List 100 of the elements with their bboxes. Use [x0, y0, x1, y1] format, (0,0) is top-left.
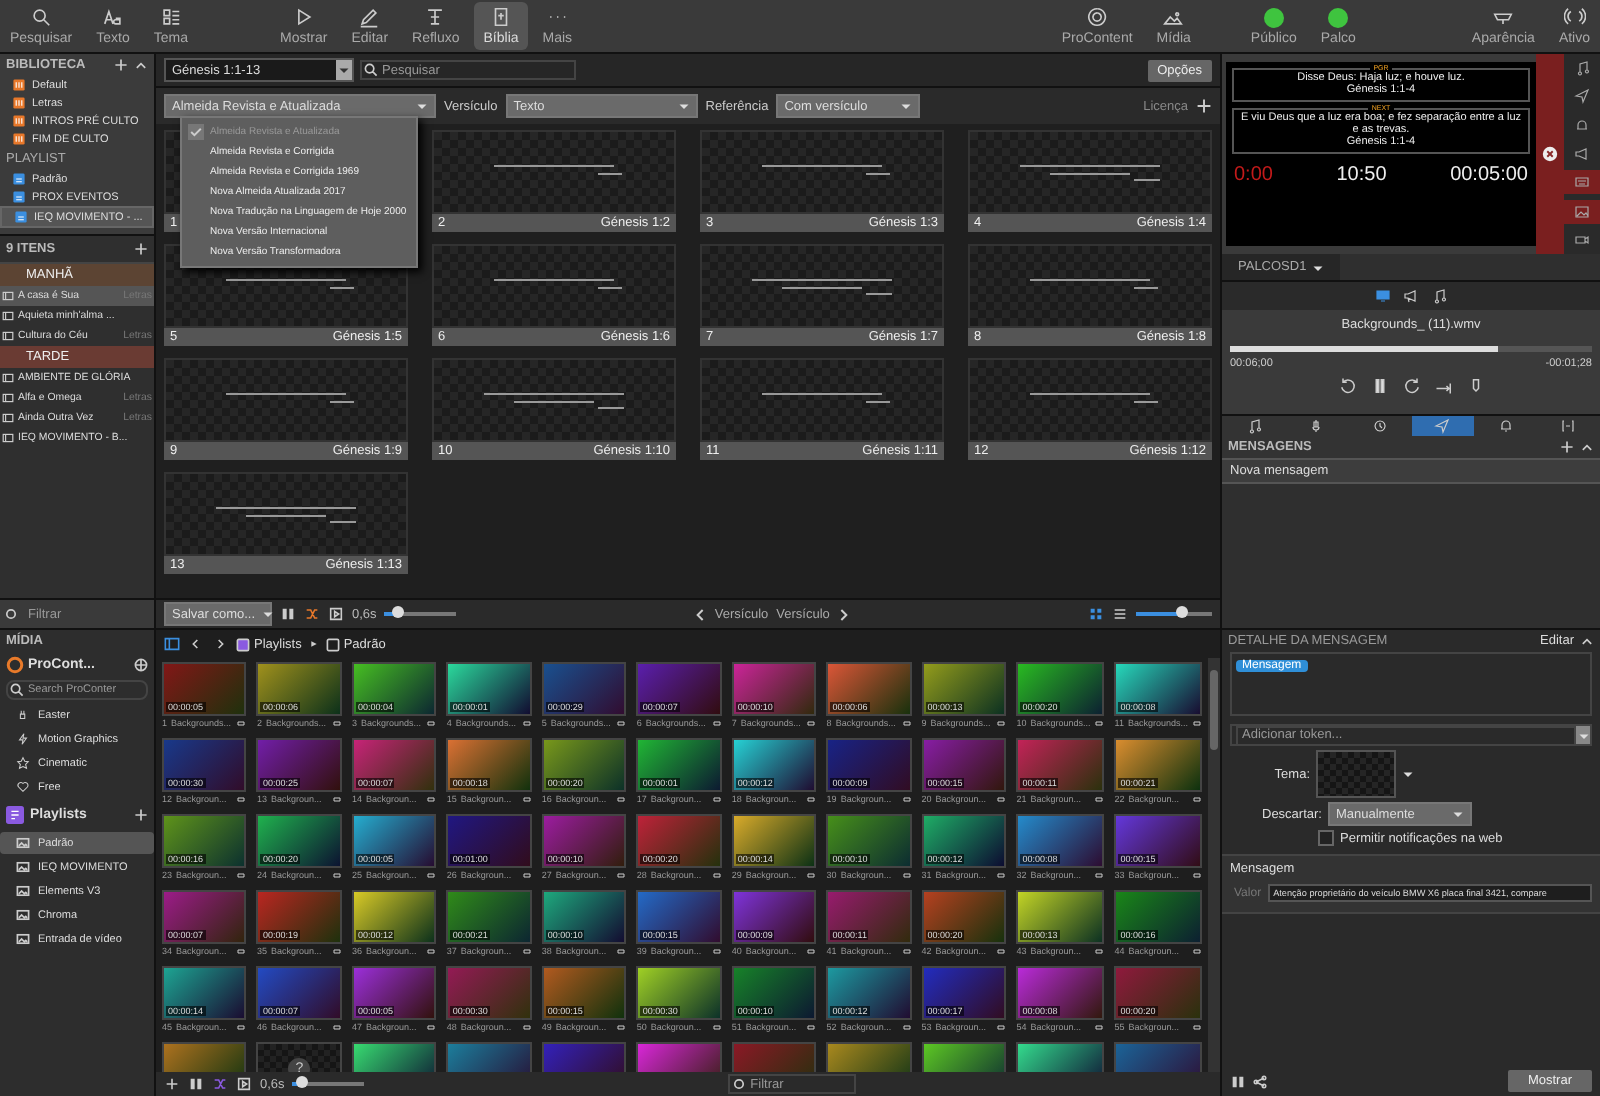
music-icon[interactable] [1430, 288, 1448, 304]
share-icon[interactable] [1252, 1073, 1268, 1089]
caret-icon [900, 100, 913, 112]
loop-icon [426, 718, 437, 728]
slide-preview[interactable] [700, 244, 944, 328]
tab[interactable] [1411, 416, 1474, 436]
playlist-icon [14, 210, 28, 224]
add-icon[interactable] [134, 808, 148, 822]
keyboard-icon[interactable] [1564, 170, 1600, 195]
loop-icon [806, 946, 817, 956]
slideshow-icon[interactable] [236, 1076, 252, 1092]
collapse-icon[interactable] [1580, 440, 1594, 454]
loop-icon [616, 1022, 627, 1032]
document-icon [2, 310, 14, 322]
chevron-left-icon[interactable] [696, 607, 707, 621]
screen-icon[interactable] [1374, 288, 1392, 304]
add-icon[interactable] [114, 58, 128, 72]
collapse-icon[interactable] [1580, 634, 1594, 648]
columns-icon[interactable] [280, 606, 296, 622]
music-icon [1245, 418, 1262, 434]
grid-icon[interactable] [1088, 606, 1105, 622]
loop-icon [521, 946, 532, 956]
document-icon [2, 290, 14, 302]
library-icon [12, 114, 26, 128]
caret-icon [416, 100, 428, 112]
playback-progress[interactable] [1230, 346, 1592, 352]
loop-icon [901, 794, 912, 804]
loop-icon [711, 718, 722, 728]
loop-icon [1191, 946, 1202, 956]
loop-icon [901, 870, 912, 880]
slide-preview[interactable] [164, 472, 408, 556]
chevron-right-icon[interactable] [837, 607, 848, 621]
loop-icon [1191, 1022, 1202, 1032]
loop-icon [806, 718, 817, 728]
loop-icon [806, 870, 817, 880]
procontent-icon [1086, 6, 1109, 28]
document-icon [2, 392, 14, 404]
loop-icon [331, 1022, 342, 1032]
text-icon [102, 6, 124, 28]
clock: 10:50 [1336, 164, 1387, 186]
add-icon[interactable] [1196, 98, 1212, 114]
add-icon[interactable] [134, 242, 148, 256]
megaphone-icon[interactable] [1402, 288, 1420, 304]
loop-icon [1094, 870, 1105, 880]
globe-icon[interactable] [134, 658, 148, 672]
loop-icon [1191, 718, 1202, 728]
library-icon [12, 78, 26, 92]
add-icon[interactable] [1560, 440, 1574, 454]
loop-icon [236, 794, 247, 804]
rewind-icon[interactable] [1337, 376, 1357, 396]
forward-icon[interactable] [212, 636, 228, 652]
loop-icon [616, 718, 627, 728]
list-icon[interactable] [1112, 606, 1129, 622]
microphone-icon [1308, 418, 1325, 434]
play-icon [292, 6, 315, 28]
pencil-icon [358, 6, 381, 28]
loop-icon [426, 1022, 437, 1032]
slide-preview[interactable] [968, 130, 1212, 214]
playlist-icon [12, 172, 26, 186]
loop-icon [426, 870, 437, 880]
loop-icon [236, 870, 247, 880]
loop-icon [521, 794, 532, 804]
caret-icon [338, 64, 350, 76]
document-icon [2, 372, 14, 384]
shuffle-icon[interactable] [212, 1076, 228, 1092]
close-icon[interactable] [1542, 146, 1558, 162]
loop-icon [521, 1022, 532, 1032]
loop-icon [996, 870, 1007, 880]
slideshow-icon[interactable] [328, 606, 344, 622]
columns-icon[interactable] [188, 1076, 204, 1092]
playlist-icon [6, 806, 24, 824]
loop-icon [331, 870, 342, 880]
broadcast-icon [1563, 6, 1586, 28]
slide-preview[interactable] [432, 358, 676, 442]
sidebar-icon[interactable] [164, 636, 180, 652]
checkbox[interactable] [1318, 830, 1334, 846]
loop-icon [806, 1022, 817, 1032]
loop-icon [1094, 946, 1105, 956]
back-icon[interactable] [188, 636, 204, 652]
brackets-icon [1560, 418, 1577, 434]
collapse-icon[interactable] [134, 58, 148, 72]
loop-icon [616, 870, 627, 880]
loop-icon [1094, 1022, 1105, 1032]
heart-icon [16, 780, 30, 794]
theme-icon [159, 6, 182, 28]
star-icon [16, 756, 30, 770]
columns-icon[interactable] [1230, 1073, 1246, 1089]
loop-icon [806, 794, 817, 804]
loop-icon [1191, 870, 1202, 880]
loop-icon [426, 794, 437, 804]
separator-icon [309, 640, 318, 648]
search-icon [10, 683, 24, 697]
timer: 0:00 [1234, 164, 1273, 186]
forward-icon[interactable] [1401, 376, 1421, 396]
add-icon[interactable] [164, 1076, 180, 1092]
caret-icon [677, 100, 690, 112]
loop-icon [996, 718, 1007, 728]
theme-thumbnail[interactable] [1316, 750, 1396, 798]
shuffle-icon[interactable] [304, 606, 320, 622]
caret-icon[interactable] [1402, 768, 1414, 780]
